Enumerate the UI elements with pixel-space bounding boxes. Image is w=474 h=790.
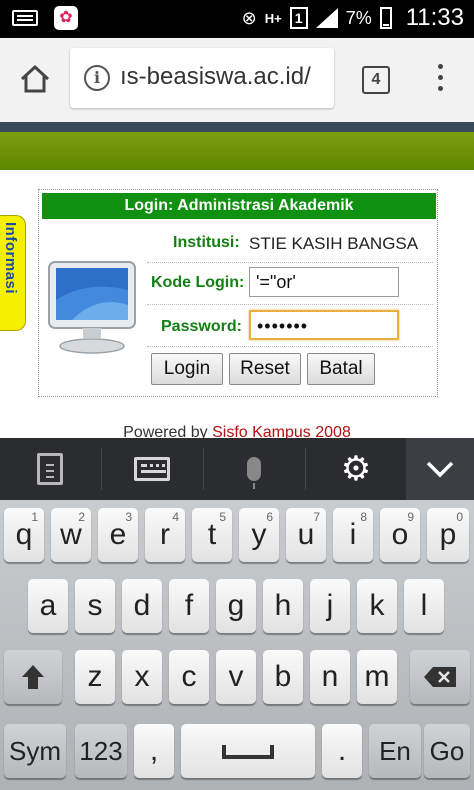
key-r[interactable]: 4r <box>145 508 185 562</box>
key-d[interactable]: d <box>122 579 162 633</box>
backspace-key[interactable] <box>410 650 470 704</box>
space-key[interactable] <box>181 724 315 778</box>
key-h[interactable]: h <box>263 579 303 633</box>
header-band-green <box>0 132 474 170</box>
go-key[interactable]: Go <box>424 724 470 778</box>
period-key[interactable]: . <box>322 724 362 778</box>
divider <box>147 262 433 263</box>
language-key[interactable]: En <box>369 724 421 778</box>
batal-button[interactable]: Batal <box>307 353 375 385</box>
key-t[interactable]: 5t <box>192 508 232 562</box>
sim-slot-icon: 1 <box>289 7 308 29</box>
tabs-button[interactable]: 4 <box>362 66 390 94</box>
key-z[interactable]: z <box>75 650 115 704</box>
battery-icon <box>379 7 392 29</box>
network-type-icon: H+ <box>264 10 282 26</box>
clipboard-button[interactable] <box>0 438 100 500</box>
login-form: Login: Administrasi Akademik Institusi: … <box>38 189 438 397</box>
footer-powered: Powered by Sisfo Kampus 2008 <box>0 424 474 438</box>
key-s[interactable]: s <box>75 579 115 633</box>
overflow-menu-button[interactable] <box>430 64 450 98</box>
header-band-dark <box>0 122 474 132</box>
informasi-label: Informasi <box>2 222 19 295</box>
institusi-value: STIE KASIH BANGSA <box>249 234 419 253</box>
voice-input-button[interactable] <box>204 438 304 500</box>
key-i[interactable]: 8i <box>333 508 373 562</box>
key-q[interactable]: 1q <box>4 508 44 562</box>
key-b[interactable]: b <box>263 650 303 704</box>
key-k[interactable]: k <box>357 579 397 633</box>
keyboard: 1q 2w 3e 4r 5t 6y 7u 8i 9o 0p a s d f g … <box>0 500 474 790</box>
numbers-key[interactable]: 123 <box>75 724 127 778</box>
home-icon <box>20 64 50 93</box>
key-m[interactable]: m <box>357 650 397 704</box>
key-p[interactable]: 0p <box>427 508 469 562</box>
key-o[interactable]: 9o <box>380 508 420 562</box>
shift-key[interactable] <box>4 650 62 704</box>
password-input[interactable]: ••••••• <box>249 310 399 340</box>
computer-monitor-icon <box>48 261 136 354</box>
app-notification-icon: ✿ <box>54 6 78 30</box>
keyboard-icon <box>134 457 170 481</box>
menu-dot-icon <box>437 64 443 69</box>
institusi-label: Institusi: <box>173 234 240 251</box>
mute-icon: ⊗ <box>241 7 257 28</box>
address-bar[interactable]: i ıs-beasiswa.ac.id/ <box>70 48 334 108</box>
space-bar-icon <box>222 745 274 759</box>
key-c[interactable]: c <box>169 650 209 704</box>
clock: 11:33 <box>405 4 464 31</box>
login-button[interactable]: Login <box>151 353 223 385</box>
status-bar: ✿ ⊗ H+ 1 7% 11:33 <box>0 0 474 38</box>
password-label: Password: <box>161 318 242 335</box>
key-l[interactable]: l <box>404 579 444 633</box>
signal-icon <box>315 8 338 28</box>
login-title: Login: Administrasi Akademik <box>42 193 436 219</box>
sym-key[interactable]: Sym <box>4 724 66 778</box>
info-icon[interactable]: i <box>84 65 110 91</box>
keyboard-settings-button[interactable]: ⚙ <box>306 438 406 500</box>
keyboard-notification-icon <box>12 10 38 26</box>
shift-arrow-icon <box>22 665 44 689</box>
keyboard-mode-button[interactable] <box>102 438 202 500</box>
key-w[interactable]: 2w <box>51 508 91 562</box>
screen: ✿ ⊗ H+ 1 7% 11:33 i ıs-beasiswa.ac.id/ 4 <box>0 0 474 790</box>
sisfo-kampus-link[interactable]: Sisfo Kampus 2008 <box>212 424 351 438</box>
reset-button[interactable]: Reset <box>229 353 301 385</box>
key-j[interactable]: j <box>310 579 350 633</box>
comma-key[interactable]: , <box>134 724 174 778</box>
hide-keyboard-button[interactable] <box>406 438 474 500</box>
key-a[interactable]: a <box>28 579 68 633</box>
key-e[interactable]: 3e <box>98 508 138 562</box>
browser-toolbar: i ıs-beasiswa.ac.id/ 4 <box>0 38 474 122</box>
battery-percent: 7% <box>345 7 372 28</box>
chevron-down-icon <box>426 461 454 478</box>
powered-text: Powered by <box>123 424 208 438</box>
menu-dot-icon <box>437 75 443 80</box>
clipboard-icon <box>37 453 63 485</box>
divider <box>147 346 433 347</box>
informasi-side-tab[interactable]: Informasi <box>0 215 26 331</box>
keyboard-toolbar: ⚙ <box>0 438 474 500</box>
kode-login-input[interactable]: '="or' <box>249 267 399 297</box>
microphone-icon <box>247 457 261 489</box>
home-button[interactable] <box>18 62 52 96</box>
key-v[interactable]: v <box>216 650 256 704</box>
key-g[interactable]: g <box>216 579 256 633</box>
gear-icon: ⚙ <box>340 450 372 488</box>
key-n[interactable]: n <box>310 650 350 704</box>
divider <box>147 304 433 305</box>
web-page: Informasi Login: Administrasi Akademik I… <box>0 122 474 438</box>
url-text: ıs-beasiswa.ac.id/ <box>120 63 311 90</box>
backspace-icon <box>424 667 456 687</box>
menu-dot-icon <box>437 86 443 91</box>
key-f[interactable]: f <box>169 579 209 633</box>
key-x[interactable]: x <box>122 650 162 704</box>
key-y[interactable]: 6y <box>239 508 279 562</box>
kode-login-label: Kode Login: <box>151 274 245 291</box>
key-u[interactable]: 7u <box>286 508 326 562</box>
